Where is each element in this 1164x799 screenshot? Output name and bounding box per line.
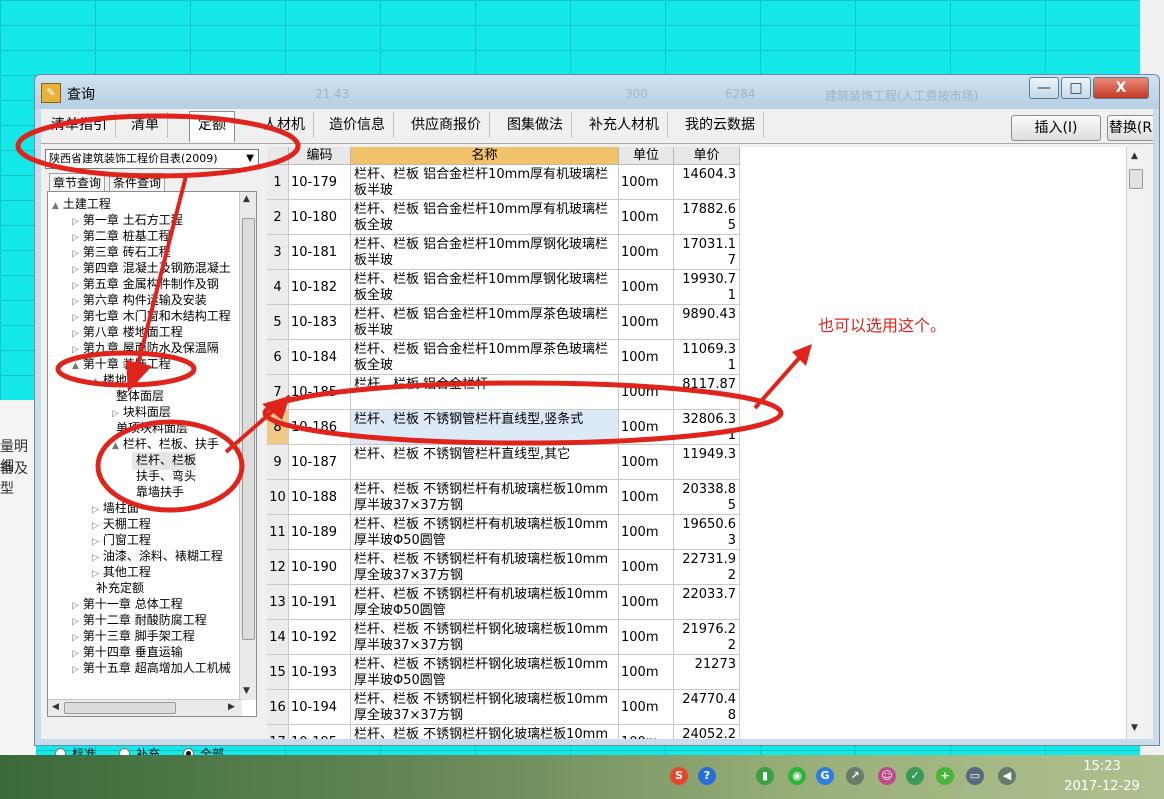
annotation-circle-row <box>262 380 784 446</box>
browser-icon[interactable]: G <box>816 767 834 785</box>
help-icon[interactable]: ? <box>698 767 716 785</box>
annotation-circle-chapter <box>55 350 197 388</box>
taskbar: S? ▮ ◉ G ↗ ☺ ✓ + ▭ ◀ 15:23 2017-12-29 <box>0 755 1164 799</box>
clock-time: 15:23 <box>1083 759 1121 774</box>
system-clock[interactable]: 15:23 2017-12-29 <box>1060 757 1144 797</box>
monitor-icon[interactable]: ▭ <box>966 767 984 785</box>
clock-date: 2017-12-29 <box>1064 779 1140 794</box>
annotation-arrow-line <box>134 175 188 373</box>
annotation-circle-combo <box>15 113 301 179</box>
annotation-circle-tree-node <box>95 419 245 513</box>
user-icon[interactable]: ☺ <box>878 767 896 785</box>
add-icon[interactable]: + <box>936 767 954 785</box>
network-icon[interactable]: ↗ <box>846 767 864 785</box>
wechat-icon[interactable]: ◉ <box>788 767 806 785</box>
red-annotation-overlay <box>15 113 812 513</box>
volume-icon[interactable]: ◀ <box>998 767 1016 785</box>
sogou-ime-icon[interactable]: S <box>670 767 688 785</box>
battery-icon[interactable]: ▮ <box>756 767 774 785</box>
shield-icon[interactable]: ✓ <box>906 767 924 785</box>
annotation-text: 也可以选用这个。 <box>818 316 947 335</box>
